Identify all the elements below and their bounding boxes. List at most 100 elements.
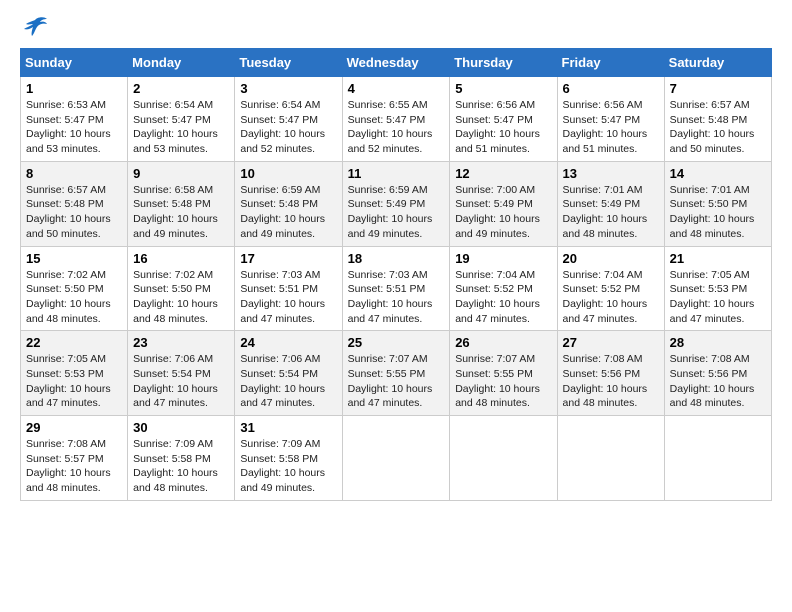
- day-number: 2: [133, 81, 229, 96]
- day-info: Sunrise: 6:56 AMSunset: 5:47 PMDaylight:…: [455, 98, 551, 157]
- calendar-cell: 11 Sunrise: 6:59 AMSunset: 5:49 PMDayligh…: [342, 161, 450, 246]
- day-info: Sunrise: 7:08 AMSunset: 5:56 PMDaylight:…: [563, 352, 659, 411]
- day-info: Sunrise: 7:07 AMSunset: 5:55 PMDaylight:…: [348, 352, 445, 411]
- calendar-cell: 29 Sunrise: 7:08 AMSunset: 5:57 PMDayligh…: [21, 416, 128, 501]
- day-number: 13: [563, 166, 659, 181]
- calendar-cell: 1 Sunrise: 6:53 AMSunset: 5:47 PMDaylight…: [21, 77, 128, 162]
- day-number: 20: [563, 251, 659, 266]
- day-info: Sunrise: 7:08 AMSunset: 5:57 PMDaylight:…: [26, 437, 122, 496]
- calendar-cell: 31 Sunrise: 7:09 AMSunset: 5:58 PMDayligh…: [235, 416, 342, 501]
- day-number: 19: [455, 251, 551, 266]
- calendar-cell: 21 Sunrise: 7:05 AMSunset: 5:53 PMDayligh…: [664, 246, 771, 331]
- day-info: Sunrise: 7:01 AMSunset: 5:50 PMDaylight:…: [670, 183, 766, 242]
- day-number: 28: [670, 335, 766, 350]
- calendar-cell: 24Sunrise: 7:06 AMSunset: 5:54 PMDayligh…: [235, 331, 342, 416]
- day-info: Sunrise: 7:05 AMSunset: 5:53 PMDaylight:…: [670, 268, 766, 327]
- day-info: Sunrise: 7:09 AMSunset: 5:58 PMDaylight:…: [133, 437, 229, 496]
- logo: [20, 20, 48, 38]
- day-number: 9: [133, 166, 229, 181]
- calendar-cell: 4 Sunrise: 6:55 AMSunset: 5:47 PMDaylight…: [342, 77, 450, 162]
- day-number: 29: [26, 420, 122, 435]
- calendar-cell: 23Sunrise: 7:06 AMSunset: 5:54 PMDayligh…: [128, 331, 235, 416]
- day-info: Sunrise: 6:57 AMSunset: 5:48 PMDaylight:…: [670, 98, 766, 157]
- calendar-cell: 15 Sunrise: 7:02 AMSunset: 5:50 PMDayligh…: [21, 246, 128, 331]
- day-number: 24: [240, 335, 336, 350]
- day-number: 26: [455, 335, 551, 350]
- calendar-cell: 28Sunrise: 7:08 AMSunset: 5:56 PMDayligh…: [664, 331, 771, 416]
- weekday-header: Tuesday: [235, 49, 342, 77]
- day-number: 1: [26, 81, 122, 96]
- day-number: 14: [670, 166, 766, 181]
- day-info: Sunrise: 7:05 AMSunset: 5:53 PMDaylight:…: [26, 352, 122, 411]
- calendar-cell: 13 Sunrise: 7:01 AMSunset: 5:49 PMDayligh…: [557, 161, 664, 246]
- logo-bird-icon: [22, 16, 48, 38]
- calendar-cell: [450, 416, 557, 501]
- calendar-cell: 2 Sunrise: 6:54 AMSunset: 5:47 PMDaylight…: [128, 77, 235, 162]
- day-number: 22: [26, 335, 122, 350]
- day-number: 12: [455, 166, 551, 181]
- weekday-header: Thursday: [450, 49, 557, 77]
- header: [20, 20, 772, 38]
- weekday-header: Saturday: [664, 49, 771, 77]
- calendar-cell: [557, 416, 664, 501]
- day-number: 25: [348, 335, 445, 350]
- day-number: 4: [348, 81, 445, 96]
- calendar-cell: 6 Sunrise: 6:56 AMSunset: 5:47 PMDaylight…: [557, 77, 664, 162]
- calendar-cell: 14 Sunrise: 7:01 AMSunset: 5:50 PMDayligh…: [664, 161, 771, 246]
- day-info: Sunrise: 7:04 AMSunset: 5:52 PMDaylight:…: [563, 268, 659, 327]
- calendar-cell: 7 Sunrise: 6:57 AMSunset: 5:48 PMDaylight…: [664, 77, 771, 162]
- calendar-cell: 27 Sunrise: 7:08 AMSunset: 5:56 PMDayligh…: [557, 331, 664, 416]
- calendar-header-row: SundayMondayTuesdayWednesdayThursdayFrid…: [21, 49, 772, 77]
- day-info: Sunrise: 6:55 AMSunset: 5:47 PMDaylight:…: [348, 98, 445, 157]
- day-info: Sunrise: 6:59 AMSunset: 5:49 PMDaylight:…: [348, 183, 445, 242]
- day-info: Sunrise: 6:57 AMSunset: 5:48 PMDaylight:…: [26, 183, 122, 242]
- day-number: 5: [455, 81, 551, 96]
- day-info: Sunrise: 6:54 AMSunset: 5:47 PMDaylight:…: [133, 98, 229, 157]
- day-info: Sunrise: 6:56 AMSunset: 5:47 PMDaylight:…: [563, 98, 659, 157]
- calendar-cell: 25 Sunrise: 7:07 AMSunset: 5:55 PMDayligh…: [342, 331, 450, 416]
- day-info: Sunrise: 6:58 AMSunset: 5:48 PMDaylight:…: [133, 183, 229, 242]
- day-number: 8: [26, 166, 122, 181]
- calendar-cell: 9 Sunrise: 6:58 AMSunset: 5:48 PMDaylight…: [128, 161, 235, 246]
- day-number: 7: [670, 81, 766, 96]
- weekday-header: Sunday: [21, 49, 128, 77]
- calendar-cell: 5 Sunrise: 6:56 AMSunset: 5:47 PMDaylight…: [450, 77, 557, 162]
- weekday-header: Monday: [128, 49, 235, 77]
- day-info: Sunrise: 7:09 AMSunset: 5:58 PMDaylight:…: [240, 437, 336, 496]
- day-info: Sunrise: 6:53 AMSunset: 5:47 PMDaylight:…: [26, 98, 122, 157]
- day-number: 11: [348, 166, 445, 181]
- calendar-table: SundayMondayTuesdayWednesdayThursdayFrid…: [20, 48, 772, 501]
- day-number: 23: [133, 335, 229, 350]
- day-number: 3: [240, 81, 336, 96]
- day-number: 17: [240, 251, 336, 266]
- day-number: 10: [240, 166, 336, 181]
- calendar-cell: 8 Sunrise: 6:57 AMSunset: 5:48 PMDaylight…: [21, 161, 128, 246]
- day-number: 6: [563, 81, 659, 96]
- calendar-cell: 26 Sunrise: 7:07 AMSunset: 5:55 PMDayligh…: [450, 331, 557, 416]
- calendar-cell: 3Sunrise: 6:54 AMSunset: 5:47 PMDaylight…: [235, 77, 342, 162]
- calendar-cell: 10 Sunrise: 6:59 AMSunset: 5:48 PMDayligh…: [235, 161, 342, 246]
- calendar-cell: 17 Sunrise: 7:03 AMSunset: 5:51 PMDayligh…: [235, 246, 342, 331]
- calendar-cell: [664, 416, 771, 501]
- day-info: Sunrise: 7:02 AMSunset: 5:50 PMDaylight:…: [26, 268, 122, 327]
- day-number: 30: [133, 420, 229, 435]
- calendar-cell: 20 Sunrise: 7:04 AMSunset: 5:52 PMDayligh…: [557, 246, 664, 331]
- day-number: 18: [348, 251, 445, 266]
- day-info: Sunrise: 7:07 AMSunset: 5:55 PMDaylight:…: [455, 352, 551, 411]
- day-info: Sunrise: 6:59 AMSunset: 5:48 PMDaylight:…: [240, 183, 336, 242]
- day-info: Sunrise: 7:03 AMSunset: 5:51 PMDaylight:…: [240, 268, 336, 327]
- day-info: Sunrise: 7:01 AMSunset: 5:49 PMDaylight:…: [563, 183, 659, 242]
- weekday-header: Friday: [557, 49, 664, 77]
- day-number: 31: [240, 420, 336, 435]
- day-number: 15: [26, 251, 122, 266]
- day-info: Sunrise: 7:00 AMSunset: 5:49 PMDaylight:…: [455, 183, 551, 242]
- calendar-cell: 12 Sunrise: 7:00 AMSunset: 5:49 PMDayligh…: [450, 161, 557, 246]
- calendar-cell: [342, 416, 450, 501]
- calendar-cell: 18Sunrise: 7:03 AMSunset: 5:51 PMDayligh…: [342, 246, 450, 331]
- day-number: 27: [563, 335, 659, 350]
- calendar-cell: 19 Sunrise: 7:04 AMSunset: 5:52 PMDayligh…: [450, 246, 557, 331]
- day-info: Sunrise: 7:02 AMSunset: 5:50 PMDaylight:…: [133, 268, 229, 327]
- day-number: 21: [670, 251, 766, 266]
- day-info: Sunrise: 7:04 AMSunset: 5:52 PMDaylight:…: [455, 268, 551, 327]
- calendar-cell: 22 Sunrise: 7:05 AMSunset: 5:53 PMDayligh…: [21, 331, 128, 416]
